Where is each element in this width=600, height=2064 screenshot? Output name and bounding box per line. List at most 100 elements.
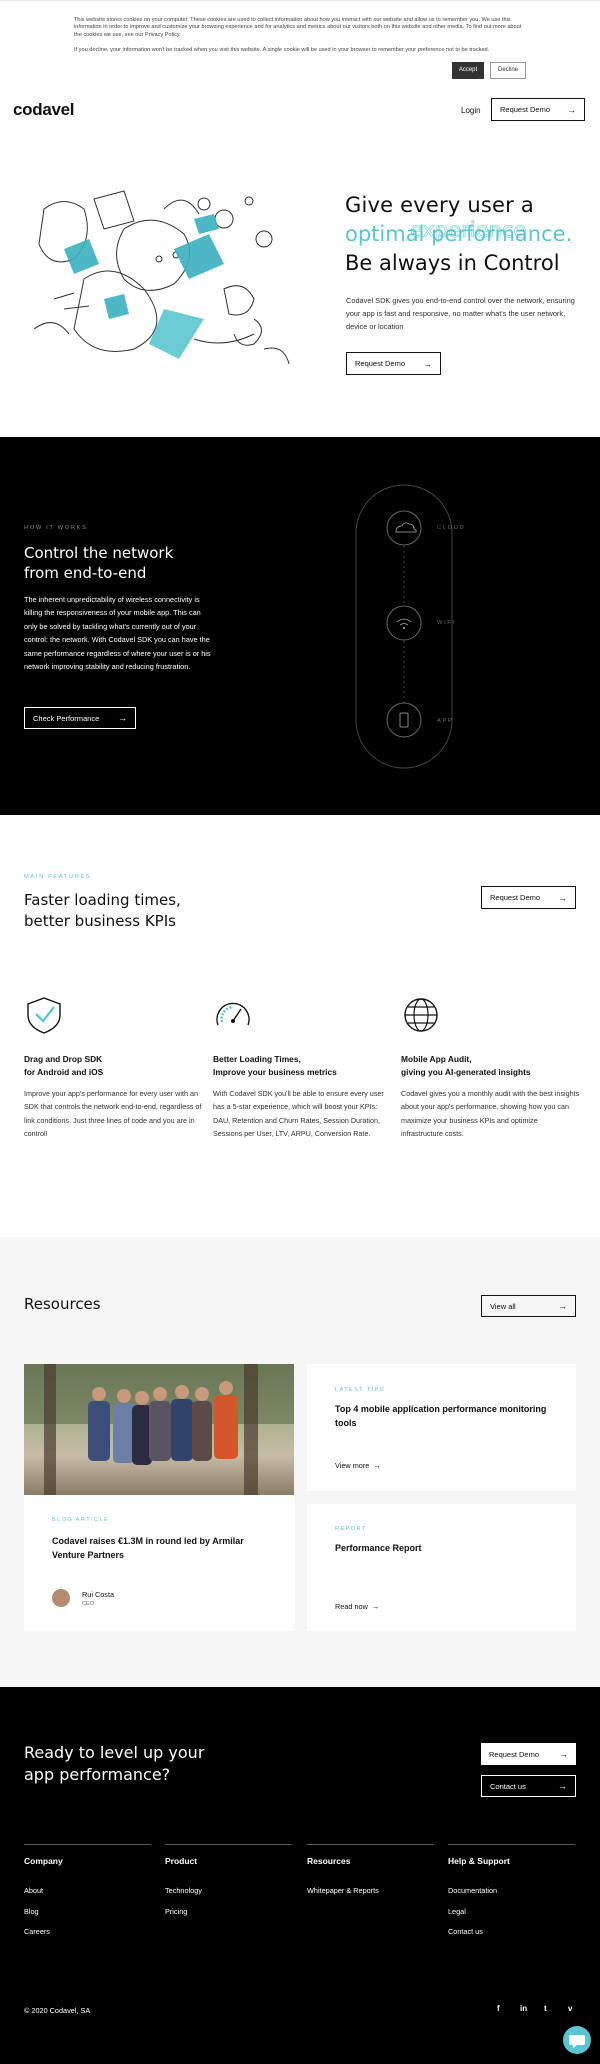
read-now-link[interactable]: Read now → bbox=[335, 1602, 379, 1611]
resources-title: Resources bbox=[24, 1295, 101, 1313]
features-title: Faster loading times, better business KP… bbox=[24, 890, 181, 932]
diagram-label-wifi: WIFI bbox=[437, 620, 456, 626]
hero-headline-line3: Be always in Control bbox=[345, 251, 560, 275]
team-photo bbox=[24, 1364, 294, 1495]
view-all-label: View all bbox=[490, 1301, 516, 1311]
decline-cookies-button[interactable]: Decline bbox=[490, 62, 526, 79]
arrow-right-icon: → bbox=[371, 1461, 381, 1470]
arrow-right-icon: → bbox=[369, 1602, 380, 1611]
cookie-text-secondary: If you decline, your information won't b… bbox=[74, 47, 490, 53]
footer-column-title: Product bbox=[165, 1856, 198, 1866]
feature-title-line2: giving you AI-generated insights bbox=[401, 1067, 531, 1077]
shield-check-icon bbox=[27, 997, 61, 1034]
features-title-line2: better business KPIs bbox=[24, 912, 176, 930]
card-tag: REPORT bbox=[335, 1526, 367, 1532]
features-request-demo-label: Request Demo bbox=[490, 893, 541, 902]
arrow-right-icon: → bbox=[559, 1749, 568, 1759]
request-demo-label: Request Demo bbox=[500, 105, 551, 114]
how-it-works-eyebrow: HOW IT WORKS bbox=[24, 525, 88, 531]
feature-description: Codavel gives you a monthly audit with t… bbox=[401, 1089, 580, 1139]
view-all-button[interactable]: View all → bbox=[481, 1295, 576, 1317]
copyright: © 2020 Codavel, SA bbox=[24, 2006, 91, 2015]
twitter-icon[interactable]: t bbox=[544, 2004, 547, 2013]
login-link[interactable]: Login bbox=[461, 106, 481, 115]
author-name: Rui Costa bbox=[82, 1590, 115, 1599]
chat-widget-button[interactable] bbox=[563, 2026, 591, 2054]
footer-column-title: Help & Support bbox=[448, 1856, 510, 1866]
author-role: CEO bbox=[82, 1601, 95, 1607]
footer-link-pricing[interactable]: Pricing bbox=[165, 1907, 292, 1916]
footer-link-careers[interactable]: Careers bbox=[24, 1927, 151, 1936]
hero-description: Codavel SDK gives you end-to-end control… bbox=[346, 296, 575, 331]
tips-card[interactable]: LATEST TIPS Top 4 mobile application per… bbox=[307, 1364, 576, 1491]
speedometer-icon bbox=[216, 1002, 250, 1026]
cookie-text: This website stores cookies on your comp… bbox=[74, 17, 522, 38]
footer-link-blog[interactable]: Blog bbox=[24, 1907, 151, 1916]
footer-column-title: Resources bbox=[307, 1856, 351, 1866]
footer-column-product: Product Technology Pricing bbox=[165, 1844, 292, 1927]
footer-column-company: Company About Blog Careers bbox=[24, 1844, 151, 1948]
avatar bbox=[52, 1589, 70, 1607]
footer-link-technology[interactable]: Technology bbox=[165, 1886, 292, 1895]
feature-card: Drag and Drop SDK for Android and iOS Imp… bbox=[24, 995, 204, 1141]
feature-title: Mobile App Audit, giving you AI-generated… bbox=[401, 1053, 581, 1079]
features-eyebrow: MAIN FEATURES bbox=[24, 874, 92, 880]
feature-title: Better Loading Times, Improve your busine… bbox=[213, 1053, 393, 1079]
arrow-right-icon: → bbox=[423, 358, 432, 369]
blog-article-card[interactable]: BLOG ARTICLE Codavel raises €1.3M in rou… bbox=[24, 1364, 294, 1631]
footer-column-help: Help & Support Documentation Legal Conta… bbox=[448, 1844, 575, 1948]
facebook-icon[interactable]: f bbox=[497, 2004, 500, 2013]
contact-us-button[interactable]: Contact us → bbox=[481, 1775, 576, 1797]
feature-title-line1: Drag and Drop SDK bbox=[24, 1054, 103, 1064]
card-title: Codavel raises €1.3M in round led by Arm… bbox=[52, 1536, 244, 1560]
hero-headline-rotating-overlay: experience bbox=[410, 218, 527, 243]
contact-us-label: Contact us bbox=[490, 1781, 526, 1791]
cta-title: Ready to level up your app performance? bbox=[24, 1742, 204, 1786]
footer-link-about[interactable]: About bbox=[24, 1886, 151, 1895]
request-demo-button[interactable]: Request Demo → bbox=[491, 98, 585, 121]
feature-card: Better Loading Times, Improve your busine… bbox=[213, 995, 393, 1141]
card-tag: LATEST TIPS bbox=[335, 1387, 385, 1393]
how-it-works-description: The inherent unpredictability of wireles… bbox=[24, 595, 211, 672]
card-title: Top 4 mobile application performance mon… bbox=[335, 1404, 547, 1428]
feature-title-line1: Better Loading Times, bbox=[213, 1054, 301, 1064]
view-more-label: View more bbox=[335, 1461, 370, 1470]
features-request-demo-button[interactable]: Request Demo → bbox=[481, 886, 576, 909]
footer-link-documentation[interactable]: Documentation bbox=[448, 1886, 575, 1895]
footer-link-legal[interactable]: Legal bbox=[448, 1907, 575, 1916]
linkedin-icon[interactable]: in bbox=[520, 2004, 527, 2013]
accept-cookies-button[interactable]: Accept bbox=[452, 62, 484, 79]
arrow-right-icon: → bbox=[558, 1301, 567, 1311]
globe-icon bbox=[404, 998, 438, 1032]
arrow-right-icon: → bbox=[567, 104, 576, 115]
view-more-link[interactable]: View more → bbox=[335, 1461, 381, 1470]
arrow-right-icon: → bbox=[558, 892, 567, 903]
footer-column-title: Company bbox=[24, 1856, 63, 1866]
logo[interactable]: codavel bbox=[13, 100, 75, 120]
footer-link-whitepaper[interactable]: Whitepaper & Reports bbox=[307, 1886, 434, 1895]
hero-request-demo-label: Request Demo bbox=[355, 359, 406, 368]
network-diagram bbox=[355, 484, 505, 769]
card-title: Performance Report bbox=[335, 1543, 422, 1553]
hero-illustration bbox=[24, 189, 301, 376]
report-card[interactable]: REPORT Performance Report Read now → bbox=[307, 1504, 576, 1631]
feature-title-line2: Improve your business metrics bbox=[213, 1067, 337, 1077]
footer-link-contact[interactable]: Contact us bbox=[448, 1927, 575, 1936]
footer-request-demo-button[interactable]: Request Demo → bbox=[481, 1743, 576, 1765]
feature-description: With Codavel SDK you'll be able to ensur… bbox=[213, 1089, 384, 1139]
arrow-right-icon: → bbox=[118, 713, 127, 723]
features-title-line1: Faster loading times, bbox=[24, 891, 181, 909]
how-it-works-title-line1: Control the network bbox=[24, 544, 174, 562]
check-performance-label: Check Performance bbox=[33, 713, 100, 723]
feature-title: Drag and Drop SDK for Android and iOS bbox=[24, 1053, 204, 1079]
footer-request-demo-label: Request Demo bbox=[489, 1749, 540, 1759]
diagram-label-cloud: CLOUD bbox=[437, 525, 466, 531]
chat-icon bbox=[569, 2035, 585, 2048]
hero-request-demo-button[interactable]: Request Demo → bbox=[346, 352, 441, 375]
feature-title-line2: for Android and iOS bbox=[24, 1067, 104, 1077]
check-performance-button[interactable]: Check Performance → bbox=[24, 707, 136, 729]
how-it-works-title: Control the network from end-to-end bbox=[24, 543, 173, 583]
read-now-label: Read now bbox=[335, 1602, 368, 1611]
vimeo-icon[interactable]: v bbox=[568, 2004, 572, 2013]
feature-card: Mobile App Audit, giving you AI-generated… bbox=[401, 995, 581, 1141]
